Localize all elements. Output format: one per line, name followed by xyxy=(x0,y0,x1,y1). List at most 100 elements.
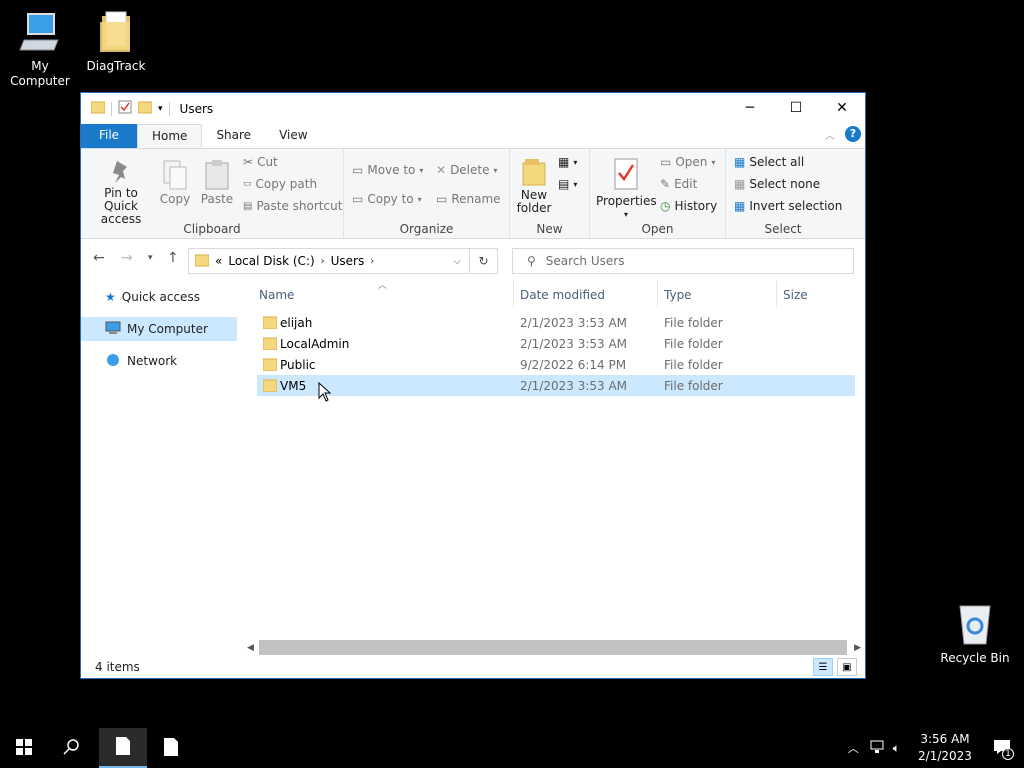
forward-arrow-icon[interactable]: → xyxy=(121,250,133,266)
file-list: ︿ Name Date modified Type Size elijah 2/… xyxy=(257,281,857,641)
properties-qat-icon[interactable] xyxy=(118,100,132,117)
invert-selection-label: Invert selection xyxy=(749,199,843,213)
address-bar[interactable]: « Local Disk (C:) › Users › ⌵ xyxy=(188,248,470,274)
file-type: File folder xyxy=(664,336,723,351)
collapse-ribbon-icon[interactable]: ︿ xyxy=(825,127,835,142)
large-icons-view-button[interactable]: ▣ xyxy=(837,658,857,676)
back-arrow-icon[interactable]: ← xyxy=(93,250,105,266)
paste-shortcut-button[interactable]: ▤ Paste shortcut xyxy=(243,199,342,213)
pin-quick-access-button[interactable]: Pin to Quick access xyxy=(87,159,155,226)
search-button[interactable] xyxy=(48,728,96,768)
paste-icon xyxy=(197,159,237,193)
taskbar-app-file-explorer[interactable] xyxy=(99,728,147,768)
refresh-button[interactable]: ↻ xyxy=(470,248,498,274)
table-row[interactable]: elijah 2/1/2023 3:53 AM File folder xyxy=(257,312,855,333)
details-view-button[interactable]: ☰ xyxy=(813,658,833,676)
cut-button[interactable]: ✂ Cut xyxy=(243,155,278,169)
rename-button[interactable]: ▭ Rename xyxy=(436,192,501,206)
file-name: elijah xyxy=(280,315,313,330)
up-arrow-icon[interactable]: ↑ xyxy=(167,250,179,266)
column-divider[interactable] xyxy=(657,281,658,307)
desktop-icon-my-computer[interactable]: My Computer xyxy=(0,10,80,89)
desktop-icon-diagtrack[interactable]: DiagTrack xyxy=(76,10,156,74)
copy-to-button[interactable]: ▭ Copy to ▾ xyxy=(352,192,422,206)
column-header-name[interactable]: Name xyxy=(259,288,294,302)
tab-view[interactable]: View xyxy=(265,124,321,148)
column-divider[interactable] xyxy=(776,281,777,307)
maximize-button[interactable]: ☐ xyxy=(773,93,819,123)
address-row: ← → ▾ ↑ « Local Disk (C:) › Users › ⌵ ↻ … xyxy=(81,239,865,281)
tab-file[interactable]: File xyxy=(81,124,137,148)
taskbar-app-document[interactable] xyxy=(147,728,195,768)
new-item-button[interactable]: ▦ ▾ xyxy=(558,155,577,169)
close-button[interactable]: ✕ xyxy=(819,93,865,123)
move-to-button[interactable]: ▭ Move to ▾ xyxy=(352,163,423,177)
select-all-label: Select all xyxy=(749,155,805,169)
search-input[interactable]: ⚲ Search Users xyxy=(512,248,854,274)
minimize-icon: ─ xyxy=(745,100,755,116)
nav-item-quick-access[interactable]: ★ Quick access xyxy=(81,285,237,309)
volume-icon[interactable]: 🔈︎ xyxy=(893,741,900,756)
breadcrumb-separator-icon[interactable]: › xyxy=(370,256,374,267)
nav-item-label: My Computer xyxy=(127,322,208,336)
system-tray: ︿ 🔈︎ 3:56 AM 2/1/2023 1 xyxy=(848,728,1024,768)
table-row[interactable]: LocalAdmin 2/1/2023 3:53 AM File folder xyxy=(257,333,855,354)
paste-button[interactable]: Paste xyxy=(197,159,237,206)
edit-button[interactable]: ✎ Edit xyxy=(660,177,697,191)
select-none-button[interactable]: ▦ Select none xyxy=(734,177,820,191)
column-header-size[interactable]: Size xyxy=(783,288,808,302)
clock-date: 2/1/2023 xyxy=(918,749,972,763)
copy-to-icon: ▭ xyxy=(352,192,364,206)
new-folder-button[interactable]: New folder xyxy=(514,157,554,215)
scroll-left-icon[interactable]: ◀ xyxy=(247,643,254,653)
column-divider[interactable] xyxy=(513,281,514,307)
cut-label: Cut xyxy=(257,155,278,169)
history-button[interactable]: ◷ History xyxy=(660,199,717,213)
sort-ascending-icon: ︿ xyxy=(378,281,388,291)
show-hidden-icons-icon[interactable]: ︿ xyxy=(848,740,859,756)
nav-item-network[interactable]: Network xyxy=(81,349,237,373)
properties-icon xyxy=(596,157,656,195)
breadcrumb-separator-icon[interactable]: › xyxy=(321,256,325,267)
qat-dropdown-icon[interactable]: ▾ xyxy=(158,104,163,114)
address-dropdown-icon[interactable]: ⌵ xyxy=(453,256,461,267)
column-header-type[interactable]: Type xyxy=(664,288,692,302)
clock[interactable]: 3:56 AM 2/1/2023 xyxy=(910,731,980,765)
column-header-date[interactable]: Date modified xyxy=(520,288,605,302)
paste-shortcut-icon: ▤ xyxy=(243,200,253,212)
delete-button[interactable]: ✕ Delete ▾ xyxy=(436,163,498,177)
clock-time: 3:56 AM xyxy=(920,732,970,746)
open-button[interactable]: ▭ Open ▾ xyxy=(660,155,715,169)
desktop-icon-recycle-bin[interactable]: Recycle Bin xyxy=(935,602,1015,666)
network-icon[interactable] xyxy=(869,740,885,757)
copy-button[interactable]: Copy xyxy=(157,159,193,206)
address-overflow[interactable]: « xyxy=(215,254,222,268)
folder-icon xyxy=(262,379,278,395)
scrollbar-thumb[interactable] xyxy=(259,640,847,655)
action-center-button[interactable]: 1 xyxy=(980,728,1024,768)
recent-locations-icon[interactable]: ▾ xyxy=(148,253,153,263)
new-folder-qat-icon[interactable] xyxy=(137,100,153,117)
invert-selection-button[interactable]: ▦ Invert selection xyxy=(734,199,842,213)
select-none-label: Select none xyxy=(749,177,821,191)
start-button[interactable] xyxy=(0,728,48,768)
folder-icon xyxy=(262,358,278,374)
minimize-button[interactable]: ─ xyxy=(727,93,773,123)
folder-icon xyxy=(194,253,210,270)
horizontal-scrollbar[interactable]: ◀ ▶ xyxy=(243,639,863,656)
table-row[interactable]: Public 9/2/2022 6:14 PM File folder xyxy=(257,354,855,375)
table-row[interactable]: VM5 2/1/2023 3:53 AM File folder xyxy=(257,375,855,396)
help-icon[interactable]: ? xyxy=(845,126,861,142)
easy-access-button[interactable]: ▤ ▾ xyxy=(558,177,577,191)
properties-button[interactable]: Properties ▾ xyxy=(596,157,657,221)
copy-path-button[interactable]: ▭ Copy path xyxy=(243,177,317,191)
breadcrumb-users[interactable]: Users xyxy=(331,254,365,268)
scroll-right-icon[interactable]: ▶ xyxy=(854,643,861,653)
select-all-button[interactable]: ▦ Select all xyxy=(734,155,804,169)
history-icon: ◷ xyxy=(660,199,671,213)
nav-item-my-computer[interactable]: My Computer xyxy=(81,317,237,341)
tab-share[interactable]: Share xyxy=(202,124,265,148)
close-icon: ✕ xyxy=(836,100,848,116)
breadcrumb-local-disk[interactable]: Local Disk (C:) xyxy=(228,254,314,268)
tab-home[interactable]: Home xyxy=(137,124,203,148)
